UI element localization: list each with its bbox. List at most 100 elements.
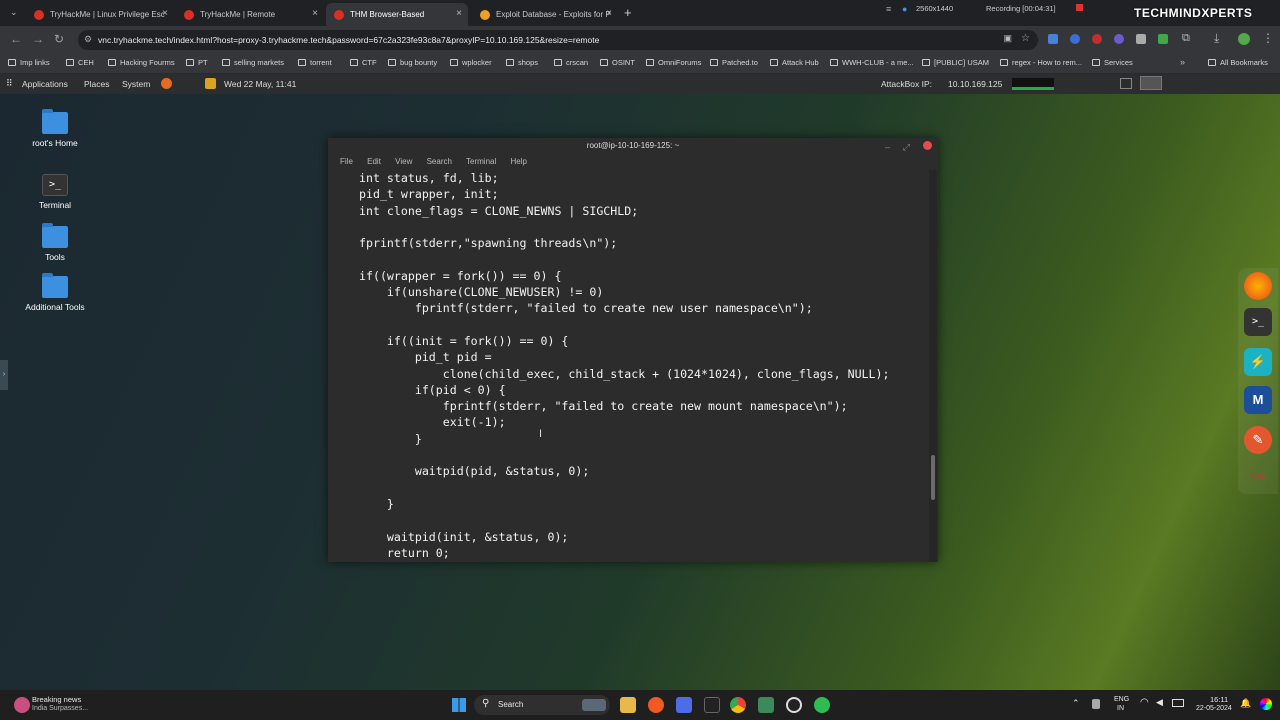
side-drawer-handle[interactable]: ›: [0, 360, 8, 390]
address-bar[interactable]: ⚙ vnc.tryhackme.tech/index.html?host=pro…: [78, 30, 1038, 50]
menu-view[interactable]: View: [395, 157, 412, 166]
tryhackme-dock-icon[interactable]: THM: [1244, 464, 1272, 492]
bookmark-ceh[interactable]: CEH: [66, 58, 94, 67]
window-list-icon[interactable]: [1120, 78, 1132, 89]
bookmark-patched-to[interactable]: Patched.to: [710, 58, 758, 67]
tab-linux-privesc[interactable]: TryHackMe | Linux Privilege Esc ×: [26, 3, 174, 26]
new-tab-button[interactable]: +: [624, 5, 632, 20]
bookmark-public-usam[interactable]: [PUBLIC] USAM: [922, 58, 989, 67]
firefox-icon[interactable]: [1244, 272, 1272, 300]
chrome-icon[interactable]: [730, 697, 746, 713]
bookmark-pt[interactable]: PT: [186, 58, 208, 67]
bookmarks-overflow-icon[interactable]: »: [1180, 57, 1185, 67]
bookmark-regex[interactable]: regex - How to rem...: [1000, 58, 1082, 67]
windows-start-icon[interactable]: [452, 698, 466, 712]
applications-menu[interactable]: Applications: [22, 79, 68, 89]
bookmark-omniforums[interactable]: OmniForums: [646, 58, 701, 67]
bookmark-selling-markets[interactable]: selling markets: [222, 58, 284, 67]
menu-search[interactable]: Search: [427, 157, 452, 166]
bookmark-torrent[interactable]: torrent: [298, 58, 332, 67]
obs-studio-icon[interactable]: [786, 697, 802, 713]
file-explorer-icon[interactable]: [620, 697, 636, 713]
bookmark-attack-hub[interactable]: Attack Hub: [770, 58, 819, 67]
tray-chevron-icon[interactable]: ⌃: [1072, 698, 1080, 709]
bookmark-wwh-club[interactable]: WWH-CLUB - a me...: [830, 58, 914, 67]
desktop-icon-roots-home[interactable]: root's Home: [10, 109, 100, 148]
system-menu[interactable]: System: [122, 79, 150, 89]
color-picker-icon[interactable]: [1260, 698, 1272, 710]
volume-icon[interactable]: ◀: [1156, 697, 1163, 708]
pycharm-icon[interactable]: [704, 697, 720, 713]
extension-icon[interactable]: [1114, 34, 1124, 44]
bookmark-bug-bounty[interactable]: bug bounty: [388, 58, 437, 67]
browser-compass-icon[interactable]: ✎: [1244, 426, 1272, 454]
menu-kebab-icon[interactable]: ⋮: [1262, 31, 1274, 45]
tab-exploit-database[interactable]: Exploit Database - Exploits for P ×: [472, 3, 618, 26]
firefox-launcher-icon[interactable]: [161, 78, 172, 89]
clock-time[interactable]: 16:11: [1210, 695, 1228, 704]
scrollbar-thumb[interactable]: [931, 455, 935, 500]
brave-browser-icon[interactable]: [648, 697, 664, 713]
apps-grid-icon[interactable]: ⠿: [6, 78, 13, 89]
extension-icon[interactable]: [1158, 34, 1168, 44]
language-indicator[interactable]: ENG: [1114, 696, 1129, 703]
bookmark-crscan[interactable]: crscan: [554, 58, 588, 67]
extension-icon[interactable]: [1136, 34, 1146, 44]
tab-close-icon[interactable]: ×: [606, 8, 612, 19]
extension-icon[interactable]: [1092, 34, 1102, 44]
terminal-window[interactable]: root@ip-10-10-169-125: ~ – ⤢ File Edit V…: [328, 138, 938, 562]
tab-search-chevron-icon[interactable]: ⌄: [10, 7, 18, 18]
bookmark-all-bookmarks[interactable]: All Bookmarks: [1208, 58, 1268, 67]
bookmark-services[interactable]: Services: [1092, 58, 1133, 67]
close-icon[interactable]: [923, 141, 932, 150]
metasploit-icon[interactable]: M: [1244, 386, 1272, 414]
terminal-window-indicator-icon[interactable]: [1140, 76, 1162, 90]
menu-terminal[interactable]: Terminal: [466, 157, 496, 166]
wifi-icon[interactable]: ◠: [1140, 697, 1149, 708]
site-info-icon[interactable]: ⚙: [84, 34, 92, 45]
tray-app-icon[interactable]: [1092, 699, 1100, 709]
record-stop-icon[interactable]: [1076, 4, 1083, 11]
tab-close-icon[interactable]: ×: [162, 8, 168, 19]
app-icon[interactable]: [758, 697, 774, 713]
menu-edit[interactable]: Edit: [367, 157, 381, 166]
battery-icon[interactable]: [1172, 699, 1184, 707]
bookmark-osint[interactable]: OSINT: [600, 58, 635, 67]
maximize-icon[interactable]: ⤢: [903, 139, 910, 155]
editor-launcher-icon[interactable]: [205, 78, 216, 89]
download-icon[interactable]: ⤓: [1214, 31, 1219, 46]
media-control-icon[interactable]: ≡: [886, 4, 891, 14]
app-icon[interactable]: [676, 697, 692, 713]
bookmark-star-icon[interactable]: ☆: [1021, 33, 1030, 44]
desktop-icon-terminal[interactable]: >_ Terminal: [10, 174, 100, 210]
notification-bell-icon[interactable]: 🔔: [1240, 698, 1251, 709]
reload-icon[interactable]: ↻: [54, 32, 64, 46]
bookmark-hacking-fourms[interactable]: Hacking Fourms: [108, 58, 175, 67]
extensions-puzzle-icon[interactable]: ⧉: [1182, 32, 1190, 45]
terminal-content[interactable]: int status, fd, lib; pid_t wrapper, init…: [328, 170, 928, 562]
clock-date[interactable]: 22-05-2024: [1196, 705, 1232, 712]
minimize-icon[interactable]: –: [885, 139, 890, 155]
news-widget-icon[interactable]: [14, 697, 30, 713]
bookmark-wplocker[interactable]: wplocker: [450, 58, 492, 67]
news-subtitle[interactable]: India Surpasses...: [32, 705, 88, 712]
menu-help[interactable]: Help: [511, 157, 527, 166]
terminal-titlebar[interactable]: root@ip-10-10-169-125: ~ – ⤢: [328, 138, 938, 154]
news-title[interactable]: Breaking news: [32, 695, 81, 704]
tab-close-icon[interactable]: ×: [312, 8, 318, 19]
terminal-dock-icon[interactable]: >_: [1244, 308, 1272, 336]
terminal-scrollbar[interactable]: [929, 170, 937, 562]
extension-icon[interactable]: [1048, 34, 1058, 44]
forward-icon[interactable]: →: [32, 32, 44, 46]
extension-icon[interactable]: [1070, 34, 1080, 44]
bookmark-ctf[interactable]: CTF: [350, 58, 377, 67]
menu-file[interactable]: File: [340, 157, 353, 166]
bookmark-imp-links[interactable]: Imp links: [8, 58, 50, 67]
whatsapp-icon[interactable]: [814, 697, 830, 713]
tab-close-icon[interactable]: ×: [456, 8, 462, 19]
desktop-icon-additional-tools[interactable]: Additional Tools: [10, 273, 100, 312]
language-region[interactable]: IN: [1117, 705, 1124, 712]
back-icon[interactable]: ←: [10, 32, 22, 46]
places-menu[interactable]: Places: [84, 79, 110, 89]
bookmark-shops[interactable]: shops: [506, 58, 538, 67]
